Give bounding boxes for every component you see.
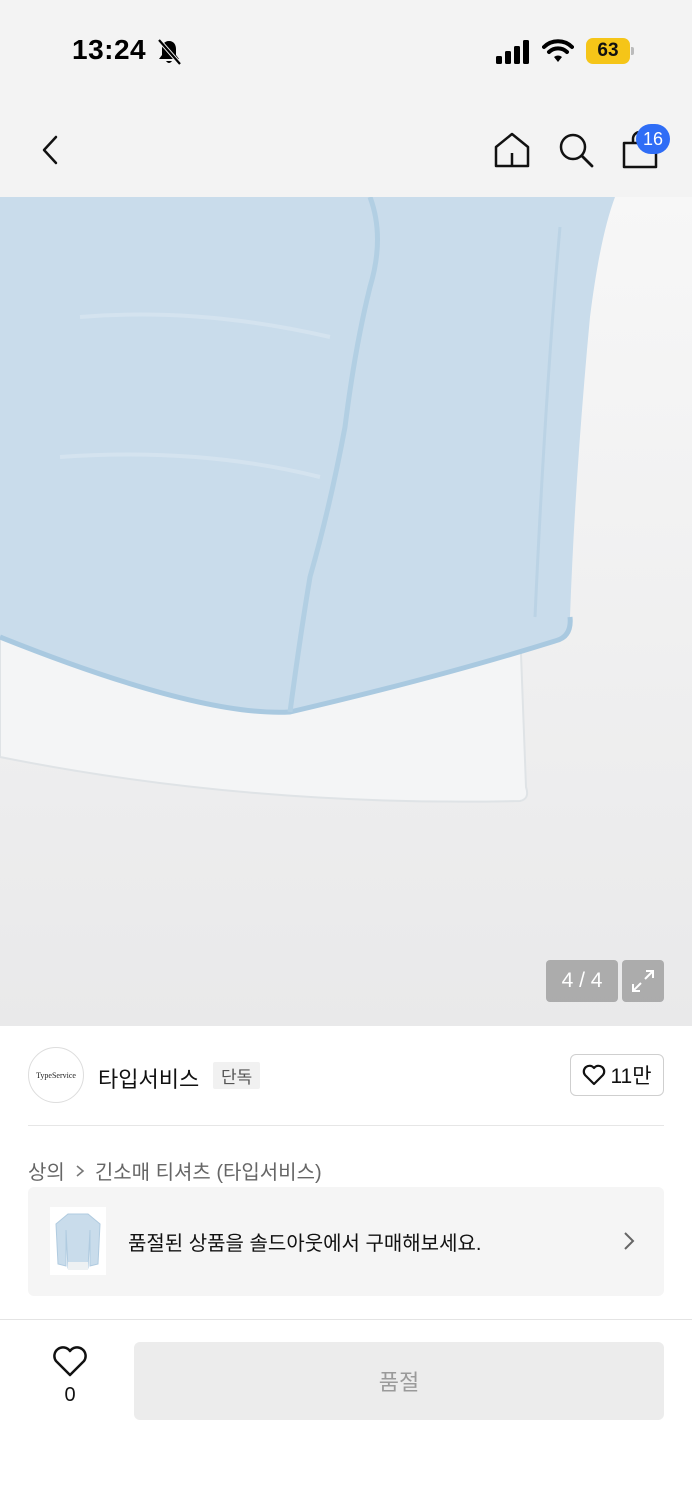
search-icon (559, 133, 594, 168)
expand-icon (632, 970, 654, 992)
status-time: 13:24 (72, 34, 147, 65)
wifi-icon (542, 39, 574, 62)
product-image[interactable]: 4 / 4 (0, 197, 692, 1026)
brand-name[interactable]: 타입서비스 (98, 1062, 199, 1094)
bell-off-icon (157, 38, 182, 66)
breadcrumb: 상의 긴소매 티셔츠 (타입서비스) (28, 1156, 322, 1185)
expand-button[interactable] (622, 960, 664, 1002)
chevron-right-icon (624, 1232, 635, 1250)
brand-logo-text: TypeService (36, 1070, 76, 1080)
heart-icon (583, 1064, 606, 1086)
signal-icon (496, 40, 529, 64)
home-icon (494, 132, 530, 168)
divider (28, 1125, 664, 1126)
brand-row: TypeService 타입서비스 단독 11만 (0, 1026, 692, 1126)
soldout-banner[interactable]: 품절된 상품을 솔드아웃에서 구매해보세요. (28, 1187, 664, 1296)
brand-logo[interactable]: TypeService (28, 1047, 84, 1103)
home-button[interactable] (492, 130, 532, 170)
cart-count-badge: 16 (636, 124, 670, 154)
brand-like-count: 11만 (610, 1065, 652, 1088)
bottom-action-bar: 0 품절 (0, 1319, 692, 1500)
top-navigation (0, 100, 692, 198)
wishlist-count: 0 (64, 1384, 76, 1406)
exclusive-tag: 단독 (213, 1062, 261, 1089)
chevron-right-icon (76, 1164, 85, 1177)
image-counter: 4 / 4 (546, 960, 618, 1002)
breadcrumb-subcategory[interactable]: 긴소매 티셔츠 (타입서비스) (95, 1156, 322, 1185)
battery-icon: 63 (586, 38, 634, 64)
status-bar: 13:24 63 (0, 0, 692, 100)
wishlist-button[interactable]: 0 (46, 1346, 94, 1416)
search-button[interactable] (556, 130, 596, 170)
chevron-left-icon (42, 135, 58, 165)
breadcrumb-category[interactable]: 상의 (28, 1156, 65, 1185)
heart-icon (53, 1346, 87, 1377)
brand-like-button[interactable]: 11만 (570, 1054, 664, 1096)
back-button[interactable] (30, 130, 70, 170)
soldout-banner-text: 품절된 상품을 솔드아웃에서 구매해보세요. (128, 1233, 482, 1255)
soldout-button[interactable]: 품절 (134, 1342, 664, 1420)
product-thumbnail (50, 1207, 106, 1275)
battery-level: 63 (586, 38, 630, 64)
product-photo-shirt-hem (0, 197, 615, 803)
